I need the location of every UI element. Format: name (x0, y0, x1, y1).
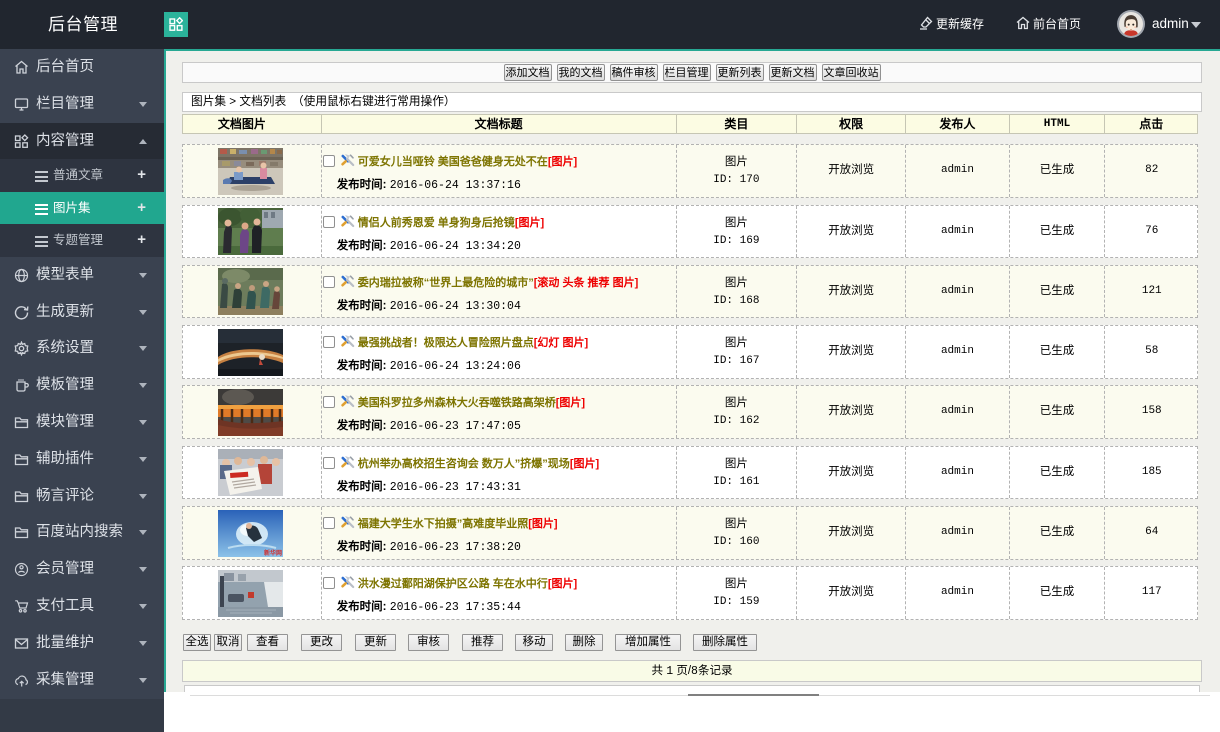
svg-text:新华网: 新华网 (264, 549, 282, 557)
